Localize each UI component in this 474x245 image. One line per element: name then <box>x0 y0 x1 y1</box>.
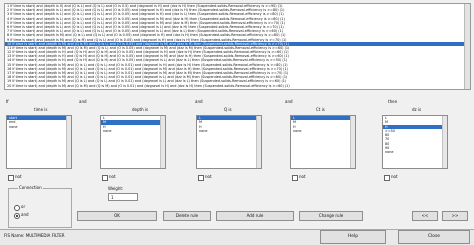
listbox-time[interactable]: start end none <box>6 115 72 169</box>
help-button[interactable]: Help <box>320 230 386 244</box>
rules-scrollbar[interactable] <box>464 4 470 89</box>
rules-list[interactable]: 1 If time is start) and (depth is 0) and… <box>4 3 471 90</box>
header-time: time is <box>34 107 48 112</box>
not-label-dz: not <box>391 174 398 179</box>
listbox-scrollbar[interactable] <box>66 116 71 168</box>
not-checkbox-q[interactable] <box>198 175 204 181</box>
change-rule-button[interactable]: Change rule <box>299 211 363 221</box>
close-button[interactable]: Close <box>398 230 470 244</box>
listbox-dz[interactable]: L M H >=50 60 70 80 90 none <box>382 115 448 169</box>
not-label-time: not <box>15 174 22 179</box>
connection-title: Connection <box>18 185 43 190</box>
listbox-item[interactable]: none <box>101 129 165 133</box>
listbox-scrollbar[interactable] <box>160 116 165 168</box>
and-radio-dot <box>16 215 18 217</box>
not-checkbox-depth[interactable] <box>102 175 108 181</box>
not-label-q: not <box>205 174 212 179</box>
header-ct: Ct is <box>316 107 325 112</box>
delete-rule-button[interactable]: Delete rule <box>163 211 211 221</box>
header-q: Q is <box>224 107 232 112</box>
not-checkbox-ct[interactable] <box>292 175 298 181</box>
weight-label: Weight: <box>108 186 124 191</box>
not-checkbox-time[interactable] <box>8 175 14 181</box>
or-radio[interactable] <box>14 205 20 211</box>
and-radio-label: and <box>21 212 29 217</box>
header-dz: dz is <box>412 107 422 112</box>
and-label-3: and <box>285 99 293 104</box>
listbox-item[interactable]: none <box>7 125 71 129</box>
add-rule-button[interactable]: Add rule <box>216 211 294 221</box>
next-button[interactable]: >> <box>442 211 468 221</box>
then-label: then <box>388 99 398 104</box>
previous-button[interactable]: << <box>412 211 438 221</box>
listbox-q[interactable]: L M Hnone <box>196 115 262 169</box>
if-label: If <box>6 99 9 104</box>
listbox-scrollbar[interactable] <box>442 116 447 168</box>
not-label-ct: not <box>299 174 306 179</box>
listbox-scrollbar[interactable] <box>256 116 261 168</box>
listbox-item[interactable]: none <box>383 150 447 154</box>
weight-input[interactable]: 1 <box>108 193 138 201</box>
and-radio[interactable] <box>14 213 20 219</box>
listbox-depth[interactable]: L M Hnone <box>100 115 166 169</box>
fis-name-text: FIS Name: MULTIMEDIA FILTER <box>4 233 65 238</box>
ok-button[interactable]: OK <box>77 211 157 221</box>
listbox-ct[interactable]: L M Hnone <box>290 115 356 169</box>
not-label-depth: not <box>109 174 116 179</box>
listbox-item[interactable]: none <box>197 129 261 133</box>
listbox-item[interactable]: none <box>291 129 355 133</box>
rule-row[interactable]: 20 If time is start) and (depth is M) an… <box>5 84 470 88</box>
and-label-1: and <box>79 99 87 104</box>
not-checkbox-dz[interactable] <box>384 175 390 181</box>
listbox-scrollbar[interactable] <box>350 116 355 168</box>
or-label: or <box>21 204 26 209</box>
header-depth: depth is <box>132 107 149 112</box>
and-label-2: and <box>195 99 203 104</box>
